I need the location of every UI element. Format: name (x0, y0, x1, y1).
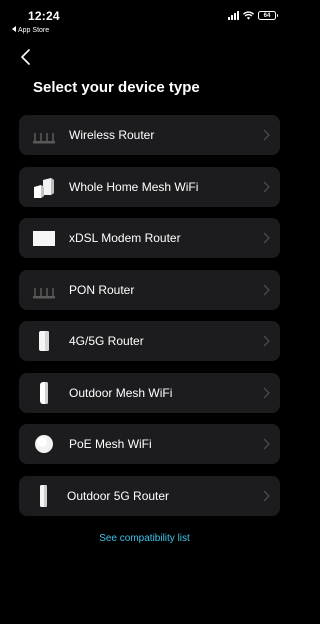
mesh-wifi-icon (34, 177, 54, 198)
cellular-router-icon (39, 331, 49, 351)
device-item-outdoor-5g-router[interactable]: Outdoor 5G Router (19, 475, 280, 516)
device-item-xdsl-modem-router[interactable]: xDSL Modem Router (19, 218, 280, 258)
device-item-4g-5g-router[interactable]: 4G/5G Router (19, 321, 280, 361)
status-bar: 12:24 App Store 64 (0, 0, 289, 44)
chevron-right-icon (263, 284, 270, 295)
device-item-wireless-router[interactable]: Wireless Router (19, 115, 280, 155)
chevron-right-icon (263, 129, 270, 141)
pon-router-icon (33, 287, 55, 298)
back-to-app-link[interactable]: App Store (12, 26, 49, 34)
page-title: Select your device type (33, 79, 200, 96)
chevron-right-icon (263, 232, 270, 244)
back-chevron-icon[interactable] (18, 48, 36, 66)
device-label: PoE Mesh WiFi (69, 437, 152, 451)
device-label: xDSL Modem Router (69, 231, 181, 245)
device-item-outdoor-mesh-wifi[interactable]: Outdoor Mesh WiFi (19, 372, 280, 413)
device-label: Whole Home Mesh WiFi (69, 179, 199, 194)
chevron-right-icon (263, 387, 270, 398)
back-app-label: App Store (18, 27, 50, 34)
chevron-right-icon (263, 490, 270, 501)
cellular-signal-icon (228, 11, 239, 20)
device-label: Wireless Router (69, 128, 155, 142)
device-label: Outdoor Mesh WiFi (69, 385, 173, 400)
device-item-pon-router[interactable]: PON Router (19, 269, 280, 310)
wifi-icon (243, 11, 254, 20)
chevron-right-icon (263, 335, 270, 347)
wireless-router-icon (33, 133, 55, 144)
poe-mesh-icon (35, 435, 53, 453)
status-icons: 64 (228, 11, 278, 20)
compatibility-list-link[interactable]: See compatibility list (0, 533, 289, 544)
battery-level: 64 (263, 12, 271, 19)
chevron-right-icon (263, 181, 270, 192)
outdoor-5g-router-icon (40, 484, 47, 507)
device-label: 4G/5G Router (69, 334, 144, 348)
device-type-list: Wireless Router Whole Home Mesh WiFi xDS… (19, 115, 280, 527)
status-time: 12:24 (28, 9, 60, 23)
outdoor-mesh-icon (40, 381, 48, 404)
device-item-whole-home-mesh-wifi[interactable]: Whole Home Mesh WiFi (19, 166, 280, 207)
device-item-poe-mesh-wifi[interactable]: PoE Mesh WiFi (19, 424, 280, 464)
chevron-right-icon (263, 438, 270, 450)
device-label: PON Router (69, 282, 135, 297)
battery-icon: 64 (258, 11, 278, 20)
device-label: Outdoor 5G Router (67, 488, 170, 503)
back-triangle-icon (12, 26, 16, 32)
xdsl-modem-icon (33, 231, 55, 246)
